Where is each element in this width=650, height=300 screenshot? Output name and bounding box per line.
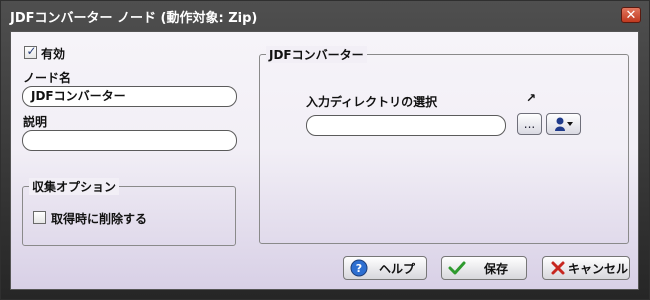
cancel-label: キャンセル bbox=[567, 261, 628, 276]
dialog-body: ✓ 有効 ノード名 JDFコンバーター 説明 収集オプション 取得時に削除する … bbox=[10, 31, 639, 290]
x-icon bbox=[551, 261, 565, 275]
close-button[interactable]: ✕ bbox=[621, 7, 641, 23]
input-dir-input[interactable] bbox=[306, 115, 506, 136]
delete-on-get-label: 取得時に削除する bbox=[51, 212, 148, 226]
checkmark-icon bbox=[448, 261, 466, 275]
title-bar[interactable]: JDFコンバーター ノード (動作対象: Zip) ✕ bbox=[1, 1, 649, 29]
help-button[interactable]: ? ヘルプ bbox=[343, 256, 427, 280]
jdf-converter-title: JDFコンバーター bbox=[266, 46, 367, 63]
help-icon: ? bbox=[350, 259, 368, 277]
description-input[interactable] bbox=[22, 130, 237, 151]
delete-on-get-checkbox[interactable] bbox=[33, 211, 46, 224]
user-dropdown-button[interactable] bbox=[546, 113, 581, 135]
node-name-input[interactable]: JDFコンバーター bbox=[22, 86, 237, 107]
check-icon: ✓ bbox=[26, 44, 37, 58]
arrow-up-right-icon[interactable]: ↗ bbox=[526, 91, 536, 105]
save-button[interactable]: 保存 bbox=[441, 256, 527, 280]
description-label: 説明 bbox=[23, 115, 48, 129]
svg-text:?: ? bbox=[356, 262, 362, 275]
help-label: ヘルプ bbox=[378, 261, 415, 276]
node-name-label: ノード名 bbox=[23, 71, 72, 85]
enabled-label: 有効 bbox=[41, 47, 66, 61]
user-dropdown-icon bbox=[554, 117, 573, 131]
cancel-button[interactable]: キャンセル bbox=[542, 256, 630, 280]
browse-label: ... bbox=[523, 117, 536, 131]
window-title: JDFコンバーター ノード (動作対象: Zip) bbox=[10, 11, 258, 26]
browse-button[interactable]: ... bbox=[517, 113, 542, 135]
collect-options-title: 収集オプション bbox=[29, 178, 120, 195]
jdf-converter-group: JDFコンバーター 入力ディレクトリの選択 ↗ ... bbox=[259, 46, 629, 244]
close-icon: ✕ bbox=[625, 8, 637, 23]
save-label: 保存 bbox=[483, 261, 508, 276]
enabled-checkbox[interactable]: ✓ bbox=[24, 44, 37, 59]
dialog-window: JDFコンバーター ノード (動作対象: Zip) ✕ ✓ 有効 ノード名 JD… bbox=[0, 0, 650, 300]
input-dir-label: 入力ディレクトリの選択 bbox=[306, 95, 438, 109]
collect-options-group: 収集オプション 取得時に削除する bbox=[22, 178, 236, 246]
